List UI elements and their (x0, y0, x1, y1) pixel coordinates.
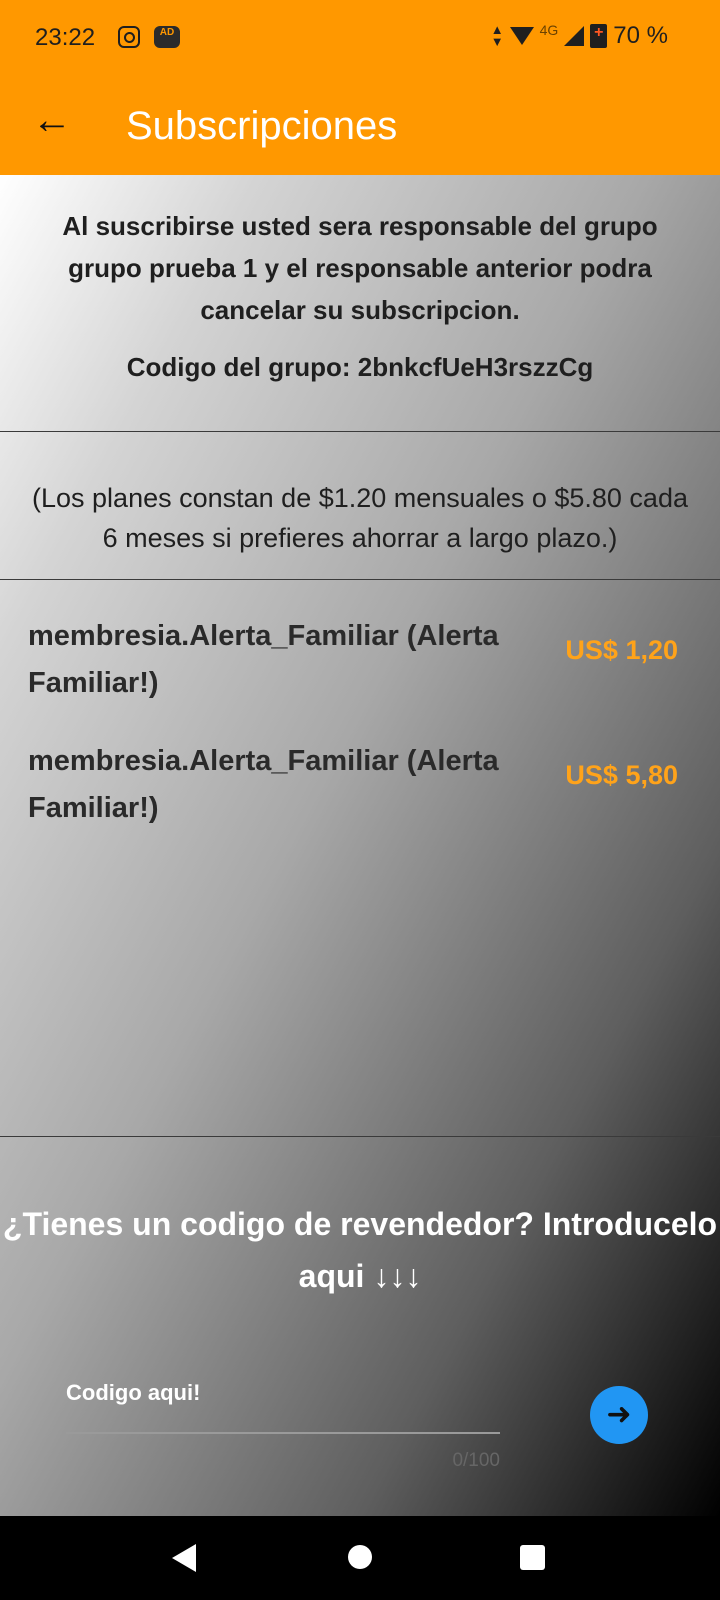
plans-note: (Los planes constan de $1.20 mensuales o… (32, 483, 688, 553)
page-title: Subscripciones (126, 104, 398, 148)
signal-icon (564, 26, 585, 46)
nav-home-icon[interactable] (348, 1545, 372, 1569)
plan-name: membresia.Alerta_Familiar (Alerta Famili… (28, 745, 499, 824)
group-code-label: Codigo del grupo: 2bnkcfUeH3rszzCg (126, 352, 594, 382)
plan-item-semiannual[interactable]: membresia.Alerta_Familiar (Alerta Famili… (28, 738, 692, 832)
input-underline (66, 1432, 500, 1434)
instagram-icon (118, 26, 140, 48)
adblock-icon: AD (154, 26, 180, 48)
status-time: 23:22 (35, 24, 96, 51)
arrow-right-icon: ➜ (606, 1398, 632, 1431)
arrow-left-icon[interactable]: ← (32, 100, 72, 140)
plan-name: membresia.Alerta_Familiar (Alerta Famili… (28, 620, 499, 699)
nav-back-icon[interactable] (172, 1544, 196, 1572)
intro-text: Al suscribirse usted sera responsable de… (62, 211, 658, 325)
reseller-code-input[interactable]: Codigo aqui! 0/100 (66, 1380, 500, 1471)
divider (0, 431, 720, 432)
reseller-code-placeholder[interactable]: Codigo aqui! (66, 1380, 500, 1406)
character-counter: 0/100 (452, 1450, 500, 1471)
plan-price: US$ 5,80 (565, 760, 678, 790)
status-bar: 23:22 AD ▲▼ 4G 70 % (0, 0, 720, 76)
network-type: 4G (539, 22, 559, 38)
subscription-content[interactable]: Al suscribirse usted sera responsable de… (0, 175, 720, 1516)
divider (0, 1136, 720, 1137)
submit-code-button[interactable]: ➜ (590, 1386, 648, 1444)
status-system-icons: ▲▼ 4G 70 % (491, 22, 668, 50)
battery-charging-icon (590, 24, 608, 48)
status-notification-icons: AD (118, 26, 180, 48)
wifi-icon (509, 27, 534, 45)
app-bar: ← Subscripciones (0, 76, 720, 175)
plan-price: US$ 1,20 (565, 635, 678, 665)
battery-level: 70 % (613, 22, 668, 49)
nav-recents-icon[interactable] (520, 1545, 545, 1570)
reseller-code-title: ¿Tienes un codigo de revendedor? Introdu… (2, 1206, 718, 1294)
plan-item-monthly[interactable]: membresia.Alerta_Familiar (Alerta Famili… (28, 613, 692, 707)
divider (0, 579, 720, 580)
data-arrows-icon: ▲ ▼ (490, 22, 504, 49)
system-nav-bar (0, 1516, 720, 1600)
